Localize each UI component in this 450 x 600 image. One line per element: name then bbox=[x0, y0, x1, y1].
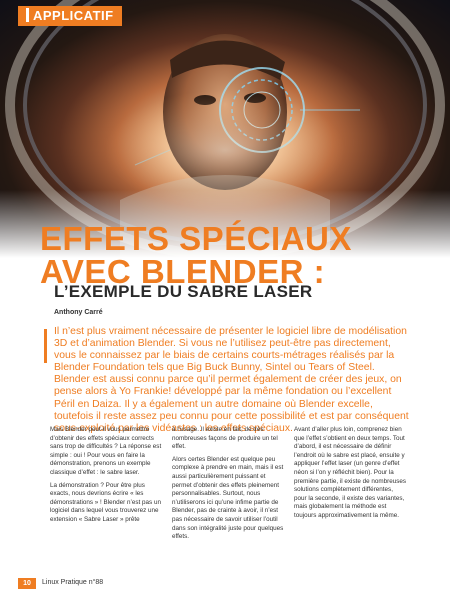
page-number: 10 bbox=[18, 578, 36, 589]
article-title: EFFETS SPÉCIAUX AVEC BLENDER : bbox=[40, 222, 352, 288]
body-paragraph: Mais Blender peut-il vous permettre d’ob… bbox=[50, 426, 162, 476]
magazine-issue: Linux Pratique n°88 bbox=[42, 579, 104, 586]
body-column-1: Mais Blender peut-il vous permettre d’ob… bbox=[50, 426, 162, 529]
body-paragraph: Alors certes Blender est quelque peu com… bbox=[172, 455, 284, 541]
body-paragraph: Avant d’aller plus loin, comprenez bien … bbox=[294, 426, 406, 519]
section-tag-label: APPLICATIF bbox=[33, 8, 114, 23]
body-column-2: à l’usage. Il existe en fait, de très no… bbox=[172, 426, 284, 546]
body-column-3: Avant d’aller plus loin, comprenez bien … bbox=[294, 426, 406, 525]
chapo-paragraph: Il n’est plus vraiment nécessaire de pré… bbox=[54, 326, 409, 434]
chapo-accent-bar bbox=[44, 329, 47, 363]
body-paragraph: La démonstration ? Pour être plus exacts… bbox=[50, 481, 161, 523]
author-name: Anthony Carré bbox=[54, 309, 103, 316]
section-tag: APPLICATIF bbox=[18, 6, 122, 26]
title-line-1: EFFETS SPÉCIAUX bbox=[40, 220, 352, 257]
body-paragraph: à l’usage. Il existe en fait, de très no… bbox=[172, 426, 278, 451]
section-tag-bar bbox=[26, 8, 29, 22]
article-subtitle: L’EXEMPLE DU SABRE LASER bbox=[54, 282, 313, 301]
